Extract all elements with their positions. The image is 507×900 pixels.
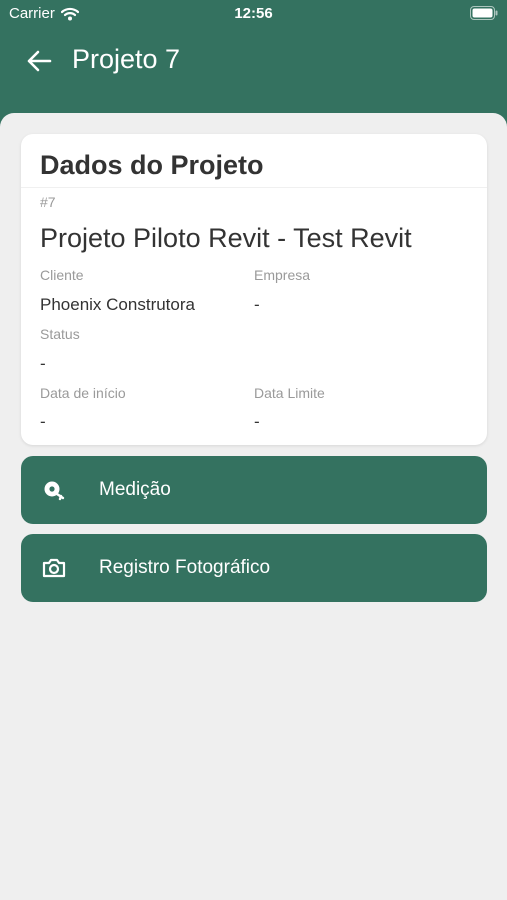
registro-fotografico-label: Registro Fotográfico bbox=[99, 557, 271, 578]
arrow-left-icon bbox=[27, 50, 52, 72]
medicao-button[interactable]: Medição bbox=[21, 456, 487, 524]
card-heading: Dados do Projeto bbox=[40, 150, 264, 180]
empresa-value: - bbox=[254, 295, 260, 314]
data-limite-label: Data Limite bbox=[254, 385, 325, 401]
screen: Carrier 12:56 Projeto 7 Dados do Projeto… bbox=[0, 0, 507, 900]
status-bar: Carrier 12:56 bbox=[0, 0, 507, 28]
project-id: #7 bbox=[40, 194, 56, 210]
data-inicio-label: Data de início bbox=[40, 385, 126, 401]
medicao-label: Medição bbox=[99, 479, 171, 500]
page-title: Projeto 7 bbox=[72, 44, 181, 74]
project-details-card: Dados do Projeto #7 Projeto Piloto Revit… bbox=[21, 134, 487, 445]
back-button[interactable] bbox=[24, 46, 54, 76]
cliente-label: Cliente bbox=[40, 267, 84, 283]
registro-fotografico-button[interactable]: Registro Fotográfico bbox=[21, 534, 487, 602]
cliente-value: Phoenix Construtora bbox=[40, 295, 195, 314]
status-value: - bbox=[40, 354, 46, 373]
measure-search-icon bbox=[44, 481, 65, 501]
data-limite-value: - bbox=[254, 412, 260, 431]
app-header: Carrier 12:56 Projeto 7 bbox=[0, 0, 507, 130]
battery-icon bbox=[470, 6, 498, 20]
camera-icon bbox=[42, 558, 66, 578]
project-name: Projeto Piloto Revit - Test Revit bbox=[40, 223, 412, 253]
status-time: 12:56 bbox=[234, 5, 273, 22]
empresa-label: Empresa bbox=[254, 267, 311, 283]
card-divider bbox=[21, 187, 487, 188]
data-inicio-value: - bbox=[40, 412, 46, 431]
status-label: Status bbox=[40, 326, 80, 342]
